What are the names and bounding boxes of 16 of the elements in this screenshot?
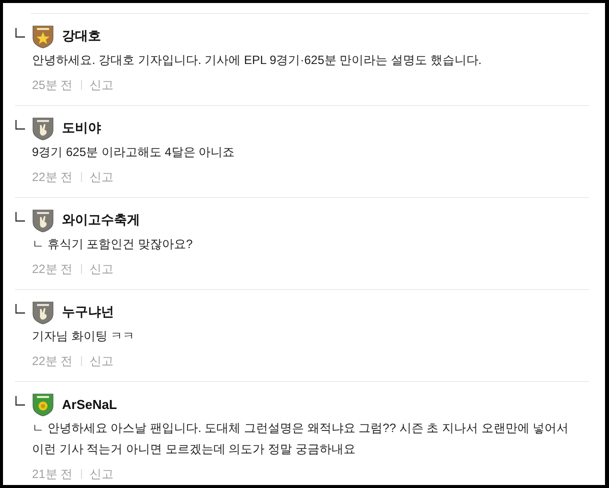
comment-time: 22분 전	[32, 261, 73, 278]
comment-text: 9경기 625분 이라고해도 4달은 아니죠	[32, 144, 236, 161]
comment-text: ㄴ 안녕하세요 아스날 팬입니다. 도대체 그런설명은 왜적냐요 그럼?? 시즌 초 지나서 오랜만에 넣어서	[32, 420, 570, 437]
comment-text: 기자님 화이팅 ㅋㅋ	[32, 328, 136, 345]
comment-time: 22분 전	[32, 169, 73, 186]
author-name[interactable]: 누구냐넌	[62, 303, 114, 321]
author-name[interactable]: 도비야	[62, 119, 101, 137]
comment-text: 안녕하세요. 강대호 기자입니다. 기사에 EPL 9경기·625분 만이라는 설명도 했습니다.	[32, 52, 483, 69]
author-name[interactable]: 강대호	[62, 27, 101, 45]
author-name[interactable]: ArSeNaL	[62, 396, 117, 412]
comment-time: 25분 전	[32, 77, 73, 94]
comment-text: ㄴ 휴식기 포함인건 맞잖아요?	[32, 236, 194, 253]
comment-text: 이런 기사 적는거 아니면 모르겠는데 의도가 정말 궁금하내요	[32, 441, 356, 458]
comment-time: 21분 전	[32, 466, 73, 483]
comment-time: 22분 전	[32, 353, 73, 370]
author-name[interactable]: 와이고수축게	[62, 211, 140, 229]
